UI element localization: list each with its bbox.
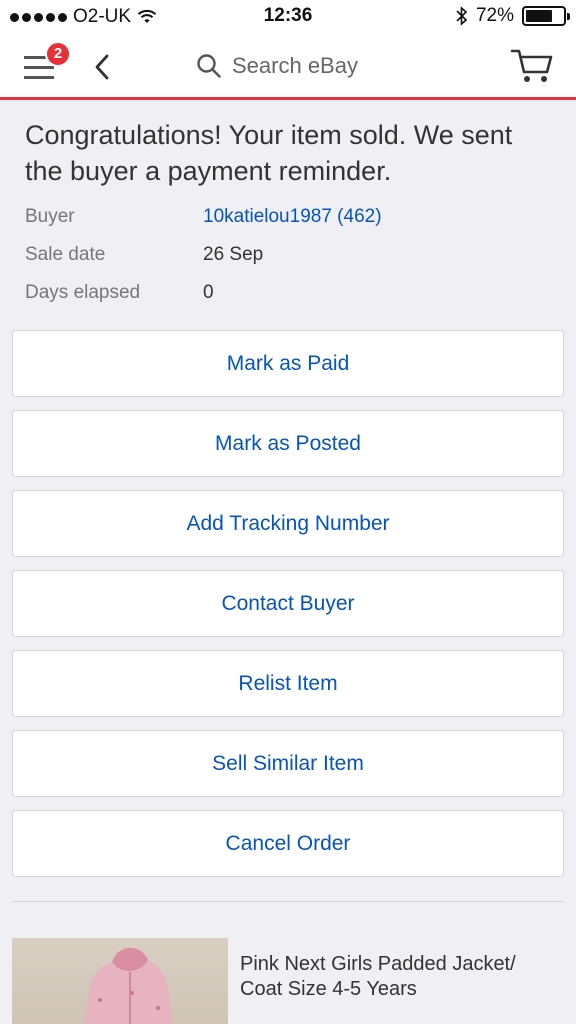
status-right: 72% [456, 5, 570, 27]
section-divider [12, 901, 564, 902]
days-elapsed-value: 0 [203, 282, 214, 303]
contact-buyer-button[interactable]: Contact Buyer [12, 570, 564, 637]
sale-date-label: Sale date [25, 244, 106, 265]
search-placeholder: Search eBay [232, 53, 358, 78]
cart-button[interactable] [510, 46, 554, 86]
nav-header: 2 Search eBay [0, 34, 576, 100]
item-title[interactable]: Pink Next Girls Padded Jacket/ Coat Size… [240, 952, 560, 1002]
days-elapsed-label: Days elapsed [25, 282, 141, 303]
relist-item-button[interactable]: Relist Item [12, 650, 564, 717]
battery-percentage: 72% [475, 5, 514, 26]
sell-similar-item-button[interactable]: Sell Similar Item [12, 730, 564, 797]
search-input[interactable]: Search eBay [196, 48, 358, 84]
buyer-label: Buyer [25, 206, 75, 227]
back-button[interactable] [90, 51, 114, 83]
buyer-link[interactable]: 10katielou1987 (462) [203, 206, 382, 228]
back-chevron-icon [95, 54, 109, 80]
add-tracking-number-button[interactable]: Add Tracking Number [12, 490, 564, 557]
battery-fill [526, 10, 552, 22]
bluetooth-icon [456, 6, 468, 26]
cancel-order-button[interactable]: Cancel Order [12, 810, 564, 877]
status-bar: O2-UK 12:36 72% [0, 0, 576, 34]
mark-as-posted-button[interactable]: Mark as Posted [12, 410, 564, 477]
sold-confirmation-message: Congratulations! Your item sold. We sent… [25, 120, 513, 186]
sale-date-value: 26 Sep [203, 244, 264, 265]
notification-badge: 2 [45, 41, 71, 67]
item-thumbnail[interactable] [12, 938, 228, 1024]
search-icon [197, 54, 221, 78]
battery-icon [522, 6, 570, 26]
sold-item-card[interactable]: Pink Next Girls Padded Jacket/ Coat Size… [0, 938, 576, 1024]
jacket-image [84, 947, 174, 1024]
mark-as-paid-button[interactable]: Mark as Paid [12, 330, 564, 397]
cart-icon [510, 49, 553, 82]
